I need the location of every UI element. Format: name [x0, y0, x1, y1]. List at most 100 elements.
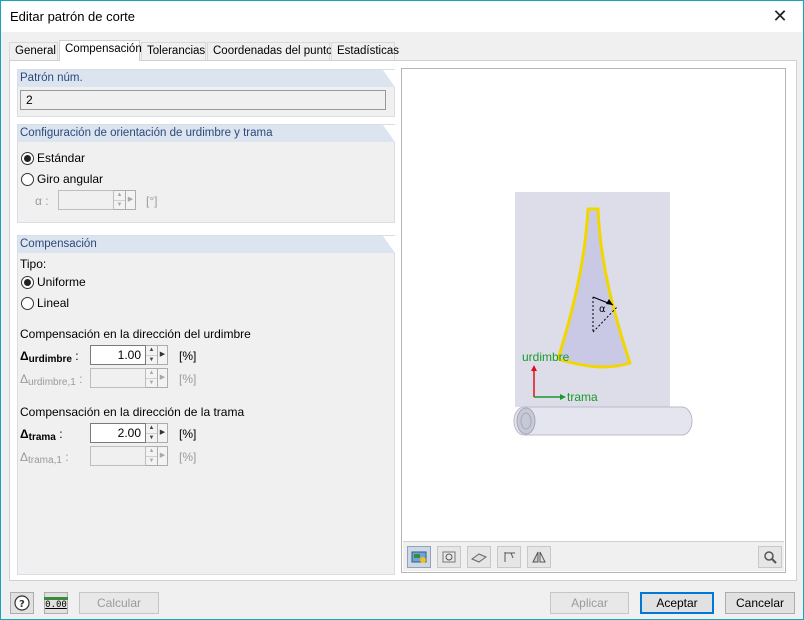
ok-button[interactable]: Aceptar [640, 592, 714, 614]
close-icon[interactable]: ✕ [757, 1, 803, 32]
up-arrow-icon[interactable]: ▲ [146, 424, 157, 433]
radio-label: Estándar [37, 151, 86, 165]
angle-alpha-label: α [599, 304, 606, 315]
weft1-unit: [%] [179, 450, 197, 464]
radio-label: Lineal [37, 296, 70, 310]
delta-symbol: Δ [20, 372, 29, 386]
preview-toolbar [403, 541, 784, 571]
warp-unit: [%] [179, 349, 197, 363]
weft-value[interactable]: 2.00 [90, 423, 146, 443]
weft1-subscript: trama,1 [28, 455, 62, 466]
down-arrow-icon: ▼ [146, 378, 157, 388]
warp-label: Δurdimbre : [20, 349, 79, 365]
up-arrow-icon: ▲ [148, 448, 155, 454]
group-header: Compensación [18, 236, 395, 253]
radio-label: Uniforme [37, 275, 86, 289]
weft1-label: Δtrama,1 : [20, 450, 69, 466]
plane-icon[interactable] [467, 546, 491, 568]
weft-spinner[interactable]: 2.00 ▲ ▼ ▶ [90, 423, 168, 443]
apply-button[interactable]: Aplicar [550, 592, 629, 614]
cancel-button[interactable]: Cancelar [725, 592, 795, 614]
delta-symbol: Δ [20, 450, 29, 464]
axes-icon[interactable] [497, 546, 521, 568]
tab-estadisticas[interactable]: Estadísticas [331, 42, 399, 60]
play-arrow-icon: ▶ [158, 368, 168, 388]
down-arrow-icon[interactable]: ▼ [146, 433, 157, 443]
warp-spinner[interactable]: 1.00 ▲ ▼ ▶ [90, 345, 168, 365]
tab-compensacion[interactable]: Compensación [59, 40, 142, 61]
weft1-value [90, 446, 146, 466]
weft1-spinner: ▲ ▼ ▶ [90, 446, 168, 466]
play-arrow-icon[interactable]: ▶ [158, 423, 168, 443]
radio-angular-rotation[interactable]: Giro angular [21, 172, 103, 186]
alpha-unit: [°] [146, 194, 158, 208]
radio-indicator [21, 296, 34, 310]
tab-label: Tolerancias [147, 45, 206, 57]
weft-subscript: trama [28, 432, 56, 443]
warp1-subscript: urdimbre,1 [28, 377, 76, 388]
warp1-value [90, 368, 146, 388]
up-arrow-icon[interactable]: ▲ [146, 346, 157, 355]
group-header: Patrón núm. [18, 70, 395, 87]
play-arrow-icon: ▶ [158, 446, 168, 466]
pattern-number-field[interactable]: 2 [20, 90, 386, 110]
mirror-icon[interactable] [527, 546, 551, 568]
preview-canvas: α urdimbre trama [513, 192, 693, 436]
warp1-unit: [%] [179, 372, 197, 386]
down-arrow-icon: ▼ [114, 200, 125, 210]
compensation-group: Compensación Tipo: Uniforme Lineal Compe… [17, 235, 395, 575]
tab-tolerancias[interactable]: Tolerancias [141, 42, 206, 60]
radio-indicator [21, 172, 34, 186]
pattern-number-group: Patrón núm. 2 [17, 69, 395, 117]
weft-axis-label: trama [567, 390, 598, 404]
dialog-footer: ? 0.00 Calcular Aplicar Aceptar Cancelar [1, 589, 803, 619]
help-icon[interactable]: ? [10, 592, 34, 614]
alpha-spinner: ▲ ▼ ▶ [58, 190, 136, 210]
warp1-spinner: ▲ ▼ ▶ [90, 368, 168, 388]
window-title: Editar patrón de corte [10, 9, 136, 24]
alpha-label: α : [35, 194, 49, 208]
dialog-window: Editar patrón de corte ✕ General Compens… [0, 0, 804, 620]
spinner-arrows: ▲ ▼ [114, 190, 126, 210]
up-arrow-icon: ▲ [148, 370, 155, 376]
down-arrow-icon[interactable]: ▼ [146, 355, 157, 365]
radio-indicator [21, 275, 34, 289]
weft-unit: [%] [179, 427, 197, 441]
up-arrow-icon: ▲ [116, 192, 123, 198]
radio-indicator [21, 151, 34, 165]
calculator-icon[interactable]: 0.00 [44, 592, 68, 614]
play-arrow-icon: ▶ [126, 190, 136, 210]
tab-coordenadas[interactable]: Coordenadas del punto [207, 42, 333, 60]
settings-icon[interactable] [437, 546, 461, 568]
weft-section-title: Compensación en la dirección de la trama [20, 405, 245, 419]
radio-linear[interactable]: Lineal [21, 296, 69, 310]
down-arrow-icon: ▼ [146, 456, 157, 466]
tab-label: Compensación [65, 43, 142, 55]
tab-label: Coordenadas del punto [213, 45, 333, 57]
radio-standard[interactable]: Estándar [21, 151, 85, 165]
spinner-arrows[interactable]: ▲ ▼ [146, 345, 158, 365]
roll-end [516, 407, 536, 435]
spinner-arrows[interactable]: ▲ ▼ [146, 423, 158, 443]
zoom-reset-icon[interactable] [758, 546, 782, 568]
delta-symbol: Δ [20, 427, 29, 441]
warp-value[interactable]: 1.00 [90, 345, 146, 365]
warp-subscript: urdimbre [28, 354, 72, 365]
fabric-roll [513, 406, 693, 436]
tab-label: General [15, 45, 56, 57]
group-header: Configuración de orientación de urdimbre… [18, 125, 395, 142]
svg-text:?: ? [19, 599, 25, 610]
calculate-button[interactable]: Calcular [79, 592, 159, 614]
spinner-arrows: ▲ ▼ [146, 368, 158, 388]
radio-uniform[interactable]: Uniforme [21, 275, 86, 289]
tab-general[interactable]: General [9, 42, 58, 60]
warp1-label: Δurdimbre,1 : [20, 372, 83, 388]
alpha-value [58, 190, 114, 210]
play-arrow-icon[interactable]: ▶ [158, 345, 168, 365]
warp-axis-label: urdimbre [522, 350, 570, 364]
preview-panel[interactable]: α urdimbre trama [401, 68, 786, 573]
view-icon[interactable] [407, 546, 431, 568]
delta-symbol: Δ [20, 349, 29, 363]
title-bar: Editar patrón de corte ✕ [1, 1, 803, 32]
spinner-arrows: ▲ ▼ [146, 446, 158, 466]
